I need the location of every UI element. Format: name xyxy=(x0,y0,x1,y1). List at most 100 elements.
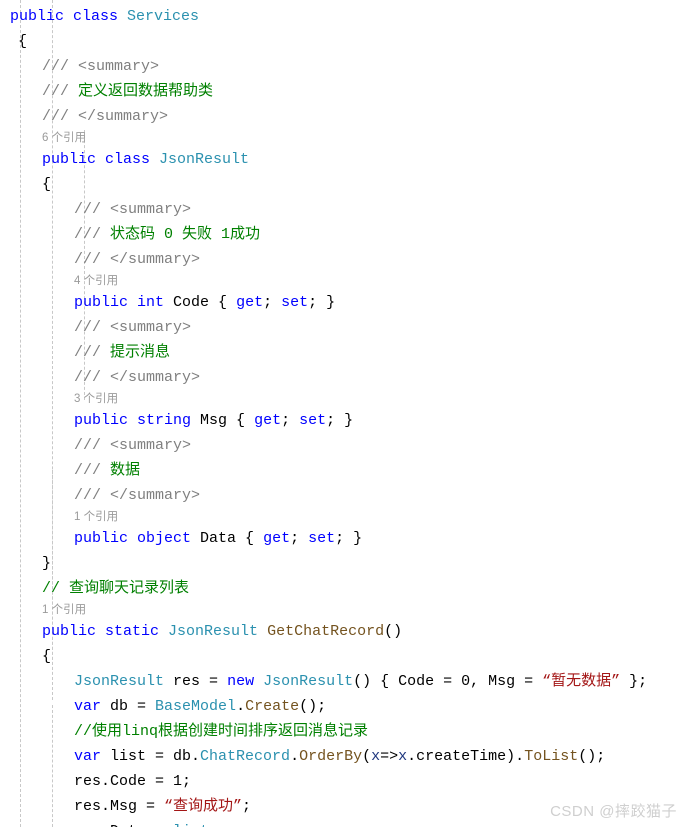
code-token: public xyxy=(42,623,106,640)
code-token: /// xyxy=(42,83,79,100)
code-line[interactable]: /// 定义返回数据帮助类 xyxy=(0,79,685,104)
code-token: (); xyxy=(299,698,327,715)
code-token: 状态码 0 失败 1成功 xyxy=(110,226,261,243)
code-token: 提示消息 xyxy=(110,344,171,361)
code-token: res.Msg = xyxy=(74,798,165,815)
code-token: /// xyxy=(74,369,111,386)
code-token: }; xyxy=(620,673,648,690)
code-line[interactable]: public class Services xyxy=(0,4,685,29)
code-token: { xyxy=(245,530,264,547)
code-line[interactable]: /// </summary> xyxy=(0,104,685,129)
code-token: class xyxy=(105,151,160,168)
codelens-reference-row[interactable]: 1 个引用 xyxy=(0,508,685,526)
code-editor[interactable]: public class Services{/// <summary>/// 定… xyxy=(0,0,685,827)
code-line[interactable]: JsonResult res = new JsonResult() { Code… xyxy=(0,669,685,694)
code-line[interactable]: public string Msg { get; set; } xyxy=(0,408,685,433)
code-token: = xyxy=(209,673,228,690)
code-line[interactable]: public int Code { get; set; } xyxy=(0,290,685,315)
codelens-reference-row[interactable]: 4 个引用 xyxy=(0,272,685,290)
code-token: new xyxy=(227,673,264,690)
code-token: . xyxy=(236,698,246,715)
code-line[interactable]: /// <summary> xyxy=(0,433,685,458)
code-line[interactable]: { xyxy=(0,29,685,54)
code-token: /// xyxy=(42,108,79,125)
code-token: public xyxy=(10,8,74,25)
code-token: 数据 xyxy=(110,462,141,479)
code-token: res xyxy=(173,673,210,690)
code-line[interactable]: var db = BaseModel.Create(); xyxy=(0,694,685,719)
code-line[interactable]: //使用linq根据创建时间排序返回消息记录 xyxy=(0,719,685,744)
code-token: /// xyxy=(74,462,111,479)
code-token: Services xyxy=(127,8,200,25)
code-line[interactable]: /// </summary> xyxy=(0,365,685,390)
code-token: <summary> xyxy=(110,437,192,454)
code-token: Code xyxy=(173,294,219,311)
code-token: { xyxy=(18,33,28,50)
code-token: /// xyxy=(74,487,111,504)
code-token: BaseModel xyxy=(155,698,237,715)
code-token: ; xyxy=(242,798,252,815)
code-token: </summary> xyxy=(110,369,201,386)
code-token: JsonResult xyxy=(168,623,268,640)
code-line[interactable]: /// <summary> xyxy=(0,315,685,340)
code-line[interactable]: /// 数据 xyxy=(0,458,685,483)
codelens-reference-row[interactable]: 3 个引用 xyxy=(0,390,685,408)
code-line[interactable]: /// </summary> xyxy=(0,483,685,508)
code-line[interactable]: // 查询聊天记录列表 xyxy=(0,576,685,601)
code-line[interactable]: /// <summary> xyxy=(0,197,685,222)
code-token: set xyxy=(299,412,327,429)
code-token: </summary> xyxy=(110,251,201,268)
code-token: ( xyxy=(362,748,372,765)
code-line[interactable]: public class JsonResult xyxy=(0,147,685,172)
code-line[interactable]: public object Data { get; set; } xyxy=(0,526,685,551)
code-token: JsonResult xyxy=(74,673,174,690)
code-line[interactable]: { xyxy=(0,172,685,197)
code-token: () xyxy=(384,623,403,640)
code-line[interactable]: { xyxy=(0,644,685,669)
code-line[interactable]: /// 提示消息 xyxy=(0,340,685,365)
code-token: 1 个引用 xyxy=(42,604,87,616)
code-line[interactable]: res.Code = 1; xyxy=(0,769,685,794)
csdn-watermark: CSDN @摔跤猫子 xyxy=(550,803,677,820)
code-token: “查询成功” xyxy=(164,798,243,815)
code-token: get xyxy=(254,412,282,429)
code-token: Create xyxy=(245,698,300,715)
code-token: “暂无数据” xyxy=(542,673,621,690)
code-token: Msg xyxy=(200,412,237,429)
code-token: { xyxy=(42,648,52,665)
code-line[interactable]: /// 状态码 0 失败 1成功 xyxy=(0,222,685,247)
code-line[interactable]: } xyxy=(0,551,685,576)
codelens-reference-row[interactable]: 6 个引用 xyxy=(0,129,685,147)
code-token: ; xyxy=(263,294,282,311)
code-line[interactable]: /// <summary> xyxy=(0,54,685,79)
code-lines-container[interactable]: public class Services{/// <summary>/// 定… xyxy=(0,0,685,827)
code-token: . xyxy=(290,748,300,765)
code-token: <summary> xyxy=(78,58,160,75)
code-token: () { Code = 0, Msg = xyxy=(353,673,543,690)
code-token: public xyxy=(74,530,138,547)
code-token: res.Code = 1; xyxy=(74,773,192,790)
code-token: db xyxy=(110,698,138,715)
code-token: 4 个引用 xyxy=(74,275,119,287)
code-token: class xyxy=(73,8,128,25)
code-token: { xyxy=(218,294,237,311)
code-token: /// xyxy=(74,344,111,361)
code-token: ; xyxy=(209,823,218,827)
code-token: public xyxy=(74,412,138,429)
code-line[interactable]: /// </summary> xyxy=(0,247,685,272)
code-token: // 查询聊天记录列表 xyxy=(42,580,190,597)
code-token: object xyxy=(137,530,201,547)
code-line[interactable]: public static JsonResult GetChatRecord() xyxy=(0,619,685,644)
code-token: /// xyxy=(74,251,111,268)
code-token: 6 个引用 xyxy=(42,132,87,144)
code-token: Data xyxy=(200,530,246,547)
code-token: (); xyxy=(578,748,606,765)
code-token: ; xyxy=(290,530,309,547)
code-token: <summary> xyxy=(110,319,192,336)
code-token: JsonResult xyxy=(263,673,354,690)
code-token: { xyxy=(236,412,255,429)
code-token: set xyxy=(281,294,309,311)
code-line[interactable]: var list = db.ChatRecord.OrderBy(x=>x.cr… xyxy=(0,744,685,769)
code-token: x xyxy=(371,748,381,765)
codelens-reference-row[interactable]: 1 个引用 xyxy=(0,601,685,619)
